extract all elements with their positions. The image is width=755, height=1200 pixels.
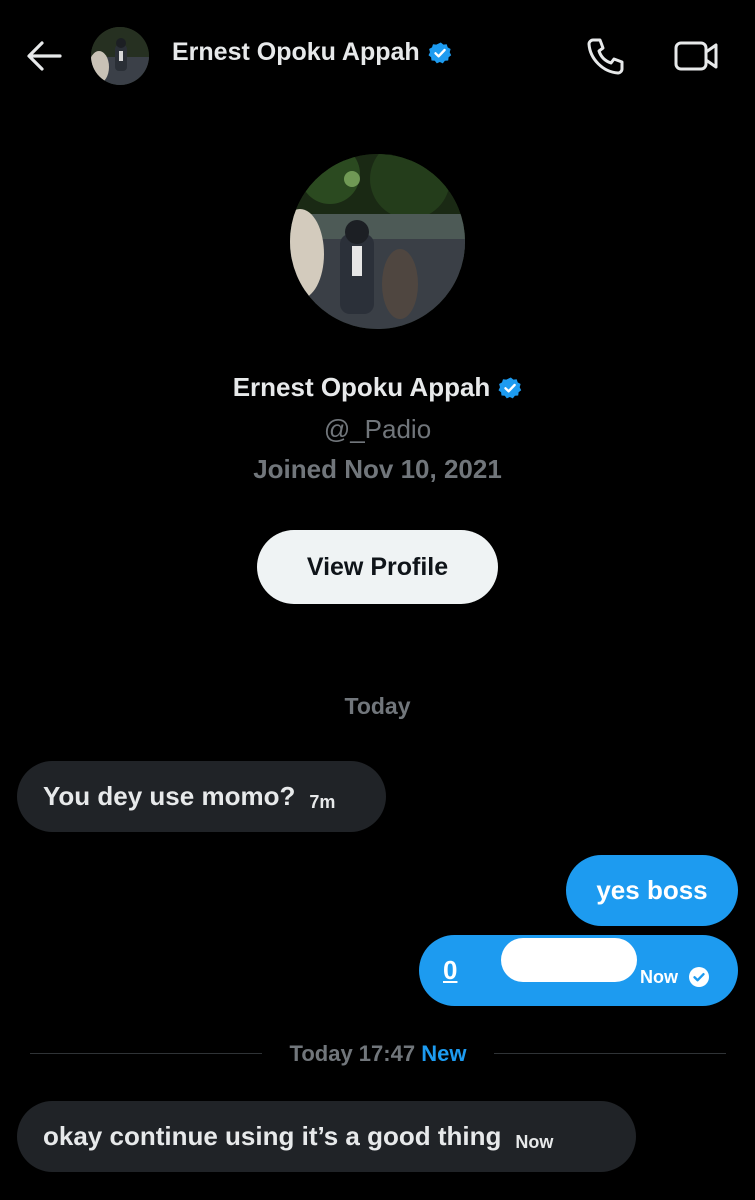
header-name-text: Ernest Opoku Appah (172, 38, 420, 66)
profile-name-text: Ernest Opoku Appah (232, 372, 491, 402)
message-incoming[interactable]: You dey use momo? 7m (17, 761, 386, 832)
message-timestamp: Now (640, 966, 678, 987)
message-incoming[interactable]: okay continue using it’s a good thing No… (17, 1101, 636, 1172)
date-separator: Today (344, 693, 411, 719)
conversation-header: Ernest Opoku Appah (0, 0, 755, 112)
divider-label: Today 17:47 New (30, 1041, 726, 1067)
header-avatar[interactable] (91, 27, 149, 85)
verified-badge-icon (428, 42, 451, 63)
new-messages-divider: Today 17:47 New (30, 1040, 726, 1068)
phone-icon[interactable] (584, 34, 628, 78)
message-outgoing[interactable]: yes boss (566, 855, 738, 926)
profile-name: Ernest Opoku Appah (0, 372, 755, 403)
message-text: You dey use momo? (43, 781, 296, 811)
message-text: okay continue using it’s a good thing (43, 1121, 502, 1151)
back-arrow-icon[interactable] (24, 36, 64, 76)
divider-date: Today 17:47 (289, 1041, 416, 1066)
dm-conversation-screen: Ernest Opoku Appah Ernest Opoku Appah @_… (0, 0, 755, 1200)
profile-avatar[interactable] (290, 154, 465, 329)
message-timestamp: Now (515, 1132, 554, 1152)
header-contact-name[interactable]: Ernest Opoku Appah (172, 38, 452, 67)
profile-handle: @_Padio (323, 414, 432, 444)
view-profile-button[interactable]: View Profile (257, 530, 498, 604)
profile-joined-date: Joined Nov 10, 2021 (253, 454, 502, 484)
new-label: New (421, 1041, 467, 1066)
message-text: yes boss (596, 875, 708, 905)
read-check-icon (689, 967, 709, 987)
verified-badge-icon (498, 377, 522, 398)
video-camera-icon[interactable] (672, 34, 720, 78)
message-meta: Now (640, 966, 710, 988)
redaction-mark (501, 938, 637, 982)
message-timestamp: 7m (309, 792, 336, 812)
